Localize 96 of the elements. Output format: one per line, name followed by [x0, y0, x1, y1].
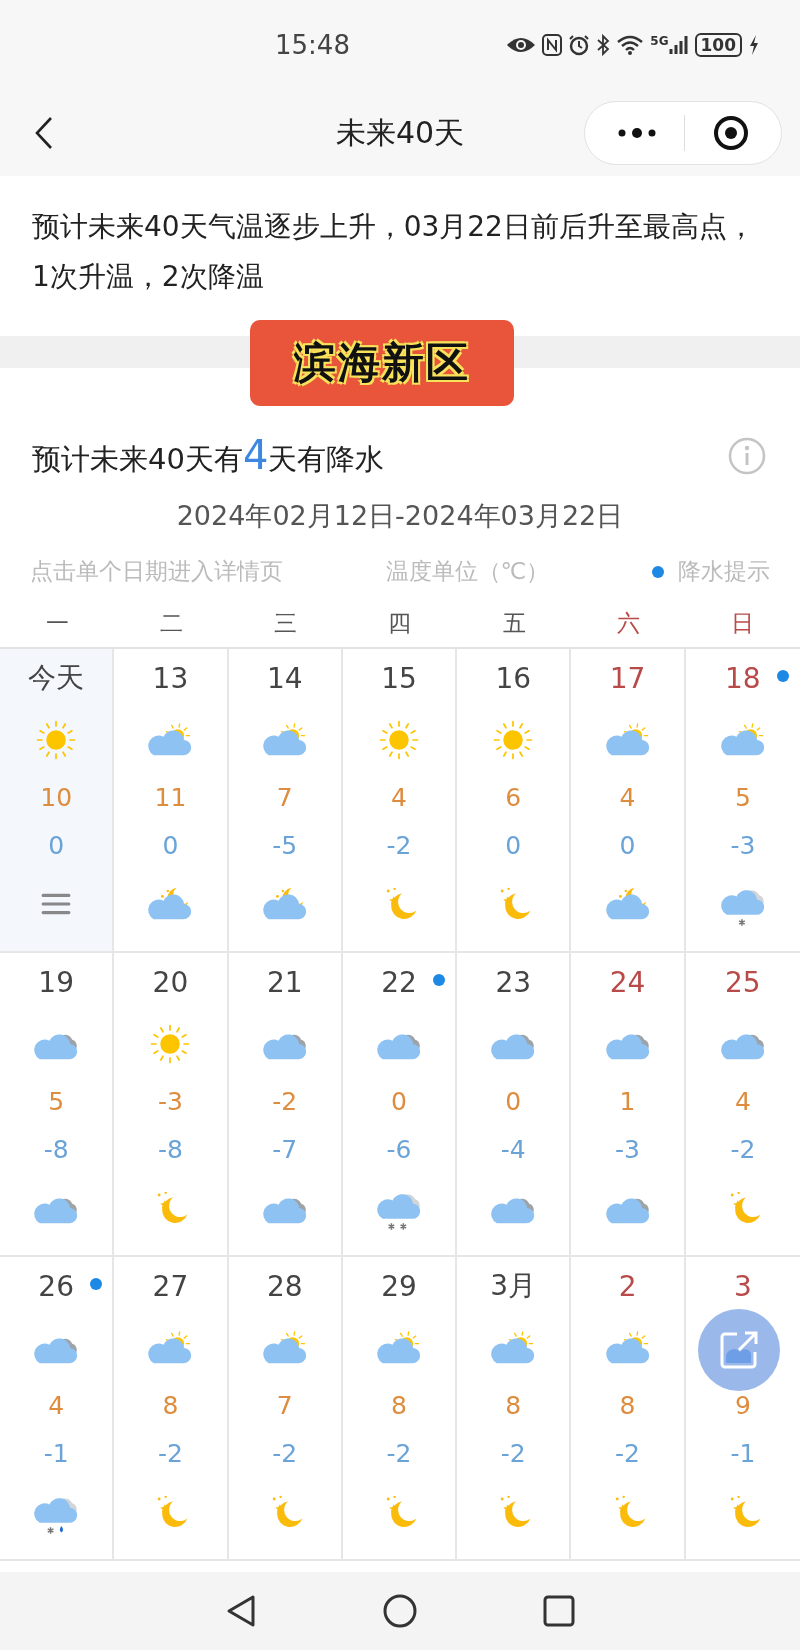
- date-label: 23: [495, 965, 532, 999]
- high-temperature: 6: [505, 782, 522, 814]
- high-temperature: 4: [48, 1390, 65, 1422]
- high-temperature: 8: [162, 1390, 179, 1422]
- date-label: 29: [381, 1269, 417, 1303]
- date-label: 26: [38, 1269, 74, 1303]
- date-label: 16: [495, 661, 532, 695]
- nfc-icon: [542, 34, 563, 56]
- low-temperature: -4: [500, 1134, 526, 1166]
- bluetooth-icon: [596, 34, 611, 56]
- menu-icon[interactable]: [41, 891, 72, 917]
- date-label: 18: [725, 661, 761, 695]
- high-temperature: 4: [734, 1086, 751, 1118]
- date-label: 15: [381, 661, 417, 695]
- weekday-label: 一: [45, 608, 69, 638]
- date-label: 3: [733, 1269, 752, 1303]
- low-temperature: 0: [505, 830, 522, 862]
- low-temperature: 0: [619, 830, 636, 862]
- weekday-label: 五: [502, 608, 526, 638]
- high-temperature: 7: [276, 1390, 293, 1422]
- today-cell[interactable]: 今天 10 0: [0, 649, 115, 953]
- low-temperature: 0: [48, 830, 65, 862]
- home-nav-icon[interactable]: [383, 1594, 417, 1628]
- charging-icon: [748, 34, 760, 56]
- low-temperature: 0: [162, 830, 179, 862]
- rain-dot: [652, 565, 664, 578]
- date-label: 24: [609, 965, 646, 999]
- low-temperature: -2: [386, 1438, 412, 1470]
- weekday-label: 三: [274, 608, 298, 638]
- high-temperature: -2: [272, 1086, 298, 1118]
- low-temperature: -2: [615, 1438, 641, 1470]
- date-label: 27: [152, 1269, 189, 1303]
- wifi-icon: [616, 34, 645, 56]
- low-temperature: -3: [730, 830, 756, 862]
- high-temperature: 0: [391, 1086, 407, 1118]
- close-target-icon[interactable]: [713, 115, 750, 151]
- alarm-icon: [568, 34, 591, 56]
- signal-icon: [668, 34, 689, 56]
- date-label: 17: [609, 661, 646, 695]
- back-nav-icon[interactable]: [225, 1594, 257, 1628]
- low-temperature: -8: [43, 1134, 69, 1166]
- date-label: 14: [266, 661, 303, 695]
- low-temperature: -2: [386, 830, 412, 862]
- date-range: 2024年02月12日-2024年03月22日: [175, 499, 625, 533]
- precipitation-text: 天有降水: [268, 441, 385, 478]
- weekday-label: 日: [731, 608, 755, 638]
- date-label: 今天: [28, 660, 85, 696]
- low-temperature: -2: [500, 1438, 526, 1470]
- low-temperature: -8: [157, 1134, 183, 1166]
- rain-hint: 降水提示: [678, 557, 770, 586]
- high-temperature: 1: [619, 1086, 636, 1118]
- date-label: 19: [38, 965, 74, 999]
- high-temperature: 7: [276, 782, 293, 814]
- precipitation-count: 4: [242, 432, 269, 478]
- low-temperature: -1: [43, 1438, 69, 1470]
- low-temperature: -6: [386, 1134, 412, 1166]
- low-temperature: -7: [272, 1134, 298, 1166]
- precipitation-text: 预计未来40天有: [32, 441, 243, 478]
- weekday-label: 六: [617, 608, 641, 638]
- page-title: 未来40天: [335, 113, 465, 152]
- more-icon[interactable]: [616, 127, 657, 139]
- high-temperature: 8: [619, 1390, 636, 1422]
- network-label: 5G: [650, 34, 669, 48]
- date-label: 21: [266, 965, 303, 999]
- high-temperature: 5: [734, 782, 751, 814]
- date-label: 2: [618, 1269, 637, 1303]
- tap-hint: 点击单个日期进入详情页: [30, 557, 283, 586]
- high-temperature: -3: [157, 1086, 183, 1118]
- unit-hint: 温度单位（℃）: [385, 557, 550, 586]
- high-temperature: 4: [619, 782, 636, 814]
- date-label: 20: [152, 965, 189, 999]
- low-temperature: -5: [272, 830, 298, 862]
- high-temperature: 10: [40, 782, 73, 814]
- high-temperature: 0: [505, 1086, 522, 1118]
- low-temperature: -3: [615, 1134, 641, 1166]
- weekday-label: 四: [388, 608, 412, 638]
- date-label: 13: [152, 661, 189, 695]
- high-temperature: 8: [391, 1390, 407, 1422]
- low-temperature: -1: [730, 1438, 756, 1470]
- high-temperature: 5: [48, 1086, 65, 1118]
- high-temperature: 4: [391, 782, 407, 814]
- weekday-label: 二: [159, 608, 183, 638]
- low-temperature: -2: [730, 1134, 756, 1166]
- high-temperature: 11: [154, 782, 187, 814]
- low-temperature: -2: [157, 1438, 183, 1470]
- date-label: 3月: [490, 1268, 537, 1304]
- battery-indicator: 100: [694, 33, 742, 57]
- location-sticker: 滨海新区: [250, 320, 514, 406]
- status-time: 15:48: [275, 30, 350, 60]
- high-temperature: 8: [505, 1390, 522, 1422]
- recents-nav-icon[interactable]: [543, 1595, 575, 1627]
- high-temperature: 9: [734, 1390, 751, 1422]
- date-label: 25: [725, 965, 761, 999]
- date-label: 22: [381, 965, 417, 999]
- low-temperature: -2: [272, 1438, 298, 1470]
- date-label: 28: [266, 1269, 303, 1303]
